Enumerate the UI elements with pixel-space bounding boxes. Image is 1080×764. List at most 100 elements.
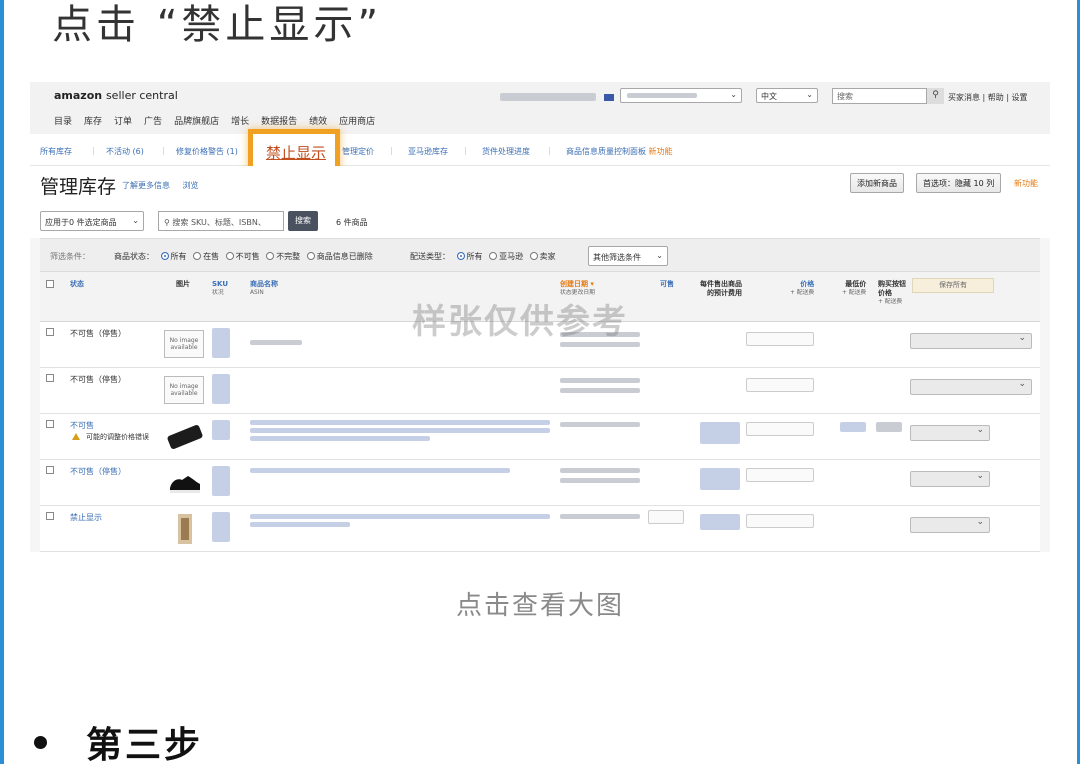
tab-shipments[interactable]: 货件处理进度 xyxy=(482,146,530,157)
tab-suppressed[interactable]: 禁止显示 xyxy=(266,142,326,163)
row-checkbox[interactable] xyxy=(46,466,54,474)
sku-sub-label: 状况 xyxy=(212,290,224,296)
price-input[interactable] xyxy=(746,378,814,392)
radio-status-active[interactable] xyxy=(193,252,202,260)
row-action-select[interactable] xyxy=(910,333,1032,349)
row-checkbox[interactable] xyxy=(46,420,54,428)
search-button[interactable]: 搜索 xyxy=(288,211,318,231)
more-filters-select[interactable]: 其他筛选条件 ⌄ xyxy=(588,246,668,266)
nav-catalog[interactable]: 目录 xyxy=(54,114,72,127)
select-all-checkbox[interactable] xyxy=(46,280,54,288)
frame-border-left xyxy=(0,0,4,764)
radio-status-inactive[interactable] xyxy=(225,252,234,260)
tab-amazon-inventory[interactable]: 亚马逊库存 xyxy=(408,146,448,157)
article-heading: 点击 “禁止显示” xyxy=(52,2,383,48)
sku-blurred[interactable] xyxy=(212,512,230,542)
product-name-blurred[interactable] xyxy=(250,514,550,519)
fee-blurred[interactable] xyxy=(700,468,740,490)
tab-price-alert[interactable]: 修复价格警告 (1) xyxy=(176,146,238,157)
radio-fulfillment-amazon[interactable] xyxy=(489,252,498,260)
tab-manage-pricing[interactable]: 管理定价 xyxy=(342,146,374,157)
save-all-button[interactable]: 保存所有 xyxy=(912,278,994,293)
preferences-button[interactable]: 首选项：隐藏 10 列 xyxy=(916,173,1002,193)
tab-quality-dashboard[interactable]: 商品信息质量控制面板 新功能 xyxy=(566,146,673,157)
nav-ads[interactable]: 广告 xyxy=(144,114,162,127)
sku-blurred[interactable] xyxy=(212,420,230,440)
row-status[interactable]: 禁止显示 xyxy=(70,512,102,523)
nav-inventory[interactable]: 库存 xyxy=(84,114,102,127)
row-checkbox[interactable] xyxy=(46,512,54,520)
figurine-image xyxy=(178,514,192,544)
chevron-down-icon: ⌄ xyxy=(656,251,663,260)
row-warning: 可能的调整价格错误 xyxy=(72,432,149,442)
nav-orders[interactable]: 订单 xyxy=(114,114,132,127)
radio-fulfillment-seller[interactable] xyxy=(529,252,538,260)
col-min-price: 最低价 + 配送费 xyxy=(842,280,866,298)
sku-label: SKU xyxy=(212,280,229,288)
table-row[interactable]: 不可售（停售） xyxy=(40,460,1040,506)
price-input[interactable] xyxy=(746,422,814,436)
bulk-action-select[interactable]: 应用于0 件选定商品 ⌄ xyxy=(40,211,144,231)
fee-blurred[interactable] xyxy=(700,422,740,444)
language-select[interactable]: 中文 ⌄ xyxy=(756,88,818,103)
shoe-image xyxy=(170,476,200,493)
col-name[interactable]: 商品名称 ASIN xyxy=(250,280,278,298)
feedback-link[interactable]: 新功能 xyxy=(1014,178,1038,189)
price-input[interactable] xyxy=(746,514,814,528)
sku-blurred[interactable] xyxy=(212,374,230,404)
product-name-blurred[interactable] xyxy=(250,436,430,441)
radio-status-incomplete[interactable] xyxy=(266,252,275,260)
row-action-select[interactable] xyxy=(910,425,990,441)
marketplace-select[interactable]: ⌄ xyxy=(620,88,742,103)
radio-status-deleted[interactable] xyxy=(306,252,315,260)
col-sku[interactable]: SKU 状况 xyxy=(212,280,228,298)
table-row[interactable]: 不可售 可能的调整价格错误 xyxy=(40,414,1040,460)
row-checkbox[interactable] xyxy=(46,328,54,336)
add-product-button[interactable]: 添加新商品 xyxy=(850,173,904,193)
row-status[interactable]: 不可售（停售） xyxy=(70,466,126,477)
radio-fulfillment-all[interactable] xyxy=(456,252,465,260)
row-action-select[interactable] xyxy=(910,379,1032,395)
nav-performance[interactable]: 绩效 xyxy=(309,114,327,127)
product-name-blurred[interactable] xyxy=(250,468,510,473)
row-status[interactable]: 不可售 xyxy=(70,420,94,431)
table-row[interactable]: 禁止显示 xyxy=(40,506,1040,552)
product-name-blurred[interactable] xyxy=(250,428,550,433)
view-large-image-caption[interactable]: 点击查看大图 xyxy=(0,585,1080,622)
col-status[interactable]: 状态 xyxy=(70,280,84,289)
search-icon[interactable]: ⚲ xyxy=(926,88,944,104)
price-input[interactable] xyxy=(746,468,814,482)
price-input[interactable] xyxy=(746,332,814,346)
product-name-blurred[interactable] xyxy=(250,420,550,425)
top-links[interactable]: 买家消息 | 帮助 | 设置 xyxy=(948,92,1028,103)
chevron-down-icon: ⌄ xyxy=(806,90,813,99)
row-action-select[interactable] xyxy=(910,517,990,533)
product-name-blurred[interactable] xyxy=(250,522,350,527)
sku-blurred[interactable] xyxy=(212,328,230,358)
inventory-search-placeholder: 搜索 SKU、标题、ISBN、 xyxy=(172,218,266,227)
table-row[interactable]: 不可售（停售） No image available xyxy=(40,368,1040,414)
quantity-input[interactable] xyxy=(648,510,684,524)
tour-link[interactable]: 浏览 xyxy=(183,181,199,190)
fee-blurred[interactable] xyxy=(700,514,740,530)
seller-central-screenshot[interactable]: amazon seller central 目录 库存 订单 广告 品牌旗舰店 … xyxy=(30,82,1050,552)
nav-reports[interactable]: 数据报告 xyxy=(261,114,297,127)
amazon-seller-central-logo[interactable]: amazon seller central xyxy=(54,89,178,102)
tab-all-inventory[interactable]: 所有库存 xyxy=(40,146,72,157)
row-status: 不可售（停售） xyxy=(70,375,126,384)
nav-stores[interactable]: 品牌旗舰店 xyxy=(174,114,219,127)
learn-more-link[interactable]: 了解更多信息 浏览 xyxy=(122,180,199,191)
radio-status-all[interactable] xyxy=(160,252,169,260)
row-action-select[interactable] xyxy=(910,471,990,487)
col-price[interactable]: 价格 + 配送费 xyxy=(790,280,814,298)
min-price-blurred[interactable] xyxy=(840,422,866,432)
nav-appstore[interactable]: 应用商店 xyxy=(339,114,375,127)
radio-label: 所有 xyxy=(170,252,187,261)
col-available[interactable]: 可售 xyxy=(660,280,674,289)
product-name-blurred[interactable] xyxy=(250,340,302,345)
sku-blurred[interactable] xyxy=(212,466,230,496)
tab-inactive[interactable]: 不活动 (6) xyxy=(106,146,144,157)
inventory-search-input[interactable]: ⚲ 搜索 SKU、标题、ISBN、 xyxy=(158,211,284,231)
row-checkbox[interactable] xyxy=(46,374,54,382)
nav-growth[interactable]: 增长 xyxy=(231,114,249,127)
